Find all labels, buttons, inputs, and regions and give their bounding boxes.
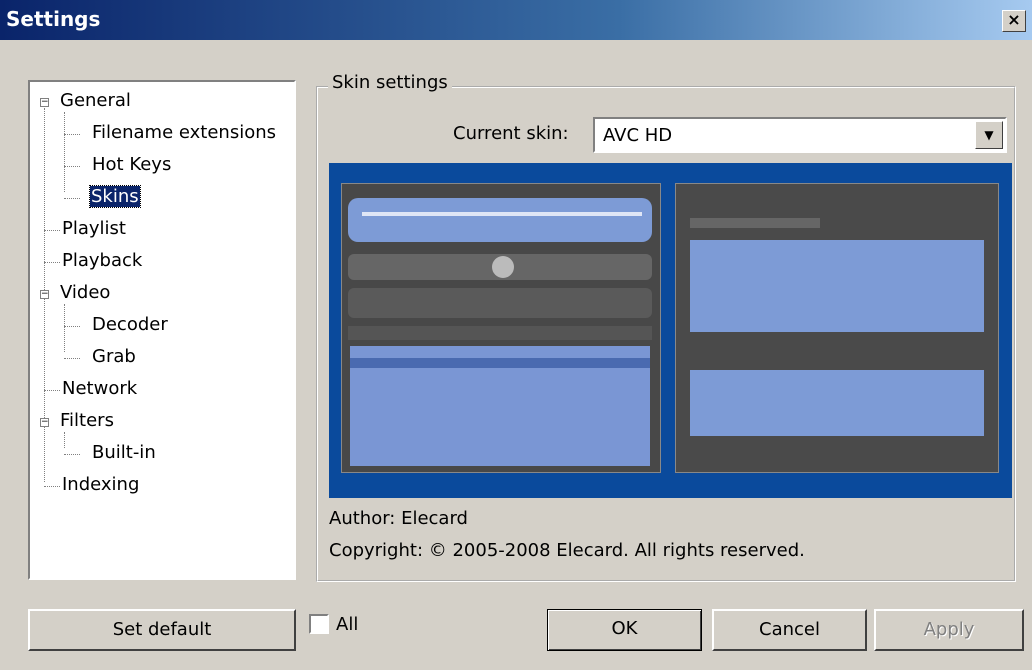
preview-info-window: [675, 183, 999, 473]
close-button[interactable]: ×: [1002, 10, 1026, 32]
preview-seek: [362, 212, 642, 216]
preview-audio-info: [690, 370, 984, 436]
tree-line: [64, 198, 80, 199]
current-skin-value: AVC HD: [603, 125, 673, 146]
collapse-icon[interactable]: −: [40, 98, 49, 107]
current-skin-select[interactable]: AVC HD ▼: [593, 117, 1007, 153]
title-bar: Settings ×: [0, 0, 1032, 40]
tree-line: [64, 166, 80, 167]
tree-line: [44, 230, 60, 231]
tree-item-indexing[interactable]: Indexing: [62, 474, 139, 495]
preview-toolbar: [348, 326, 652, 340]
tree-item-skins[interactable]: Skins: [89, 185, 141, 208]
collapse-icon[interactable]: −: [40, 418, 49, 427]
tree-item-grab[interactable]: Grab: [92, 346, 136, 367]
skin-settings-label: Skin settings: [328, 72, 452, 93]
settings-tree[interactable]: − General Filename extensions Hot Keys S…: [28, 80, 296, 580]
tree-line: [44, 390, 60, 391]
preview-display: [348, 198, 652, 242]
tree-line: [64, 454, 80, 455]
tree-line: [64, 112, 65, 192]
tree-line: [44, 486, 60, 487]
tree-item-skins-label: Skins: [89, 185, 141, 208]
tree-item-filename-extensions[interactable]: Filename extensions: [92, 122, 276, 143]
set-default-button[interactable]: Set default: [28, 609, 296, 651]
cancel-button[interactable]: Cancel: [712, 609, 867, 651]
all-checkbox-label[interactable]: All: [336, 614, 358, 635]
dropdown-arrow-icon[interactable]: ▼: [975, 121, 1003, 149]
tree-item-general[interactable]: General: [60, 90, 131, 111]
tree-item-playlist[interactable]: Playlist: [62, 218, 126, 239]
tree-line: [64, 326, 80, 327]
tree-item-filters[interactable]: Filters: [60, 410, 114, 431]
collapse-icon[interactable]: −: [40, 290, 49, 299]
tree-line: [64, 304, 65, 352]
tree-item-playback[interactable]: Playback: [62, 250, 142, 271]
tree-line: [64, 134, 80, 135]
tree-line: [64, 432, 65, 448]
apply-button[interactable]: Apply: [874, 609, 1024, 651]
close-icon: ×: [1007, 10, 1021, 29]
skin-preview-image: [329, 163, 1012, 498]
window-title: Settings: [6, 7, 101, 31]
preview-options: [348, 288, 652, 318]
tree-item-video[interactable]: Video: [60, 282, 110, 303]
tree-line: [44, 262, 60, 263]
preview-video-info: [690, 240, 984, 332]
preview-playlist: [350, 346, 650, 466]
tree-item-decoder[interactable]: Decoder: [92, 314, 168, 335]
tree-item-network[interactable]: Network: [62, 378, 137, 399]
current-skin-label: Current skin:: [453, 123, 569, 144]
preview-play-icon: [492, 256, 514, 278]
preview-tabs: [690, 218, 820, 228]
tree-item-built-in[interactable]: Built-in: [92, 442, 156, 463]
preview-player-window: [341, 183, 661, 473]
tree-line: [64, 358, 80, 359]
tree-item-hot-keys[interactable]: Hot Keys: [92, 154, 171, 175]
ok-button[interactable]: OK: [547, 609, 702, 651]
all-checkbox[interactable]: [309, 614, 329, 634]
skin-author: Author: Elecard: [329, 508, 468, 529]
skin-copyright: Copyright: © 2005-2008 Elecard. All righ…: [329, 540, 805, 561]
